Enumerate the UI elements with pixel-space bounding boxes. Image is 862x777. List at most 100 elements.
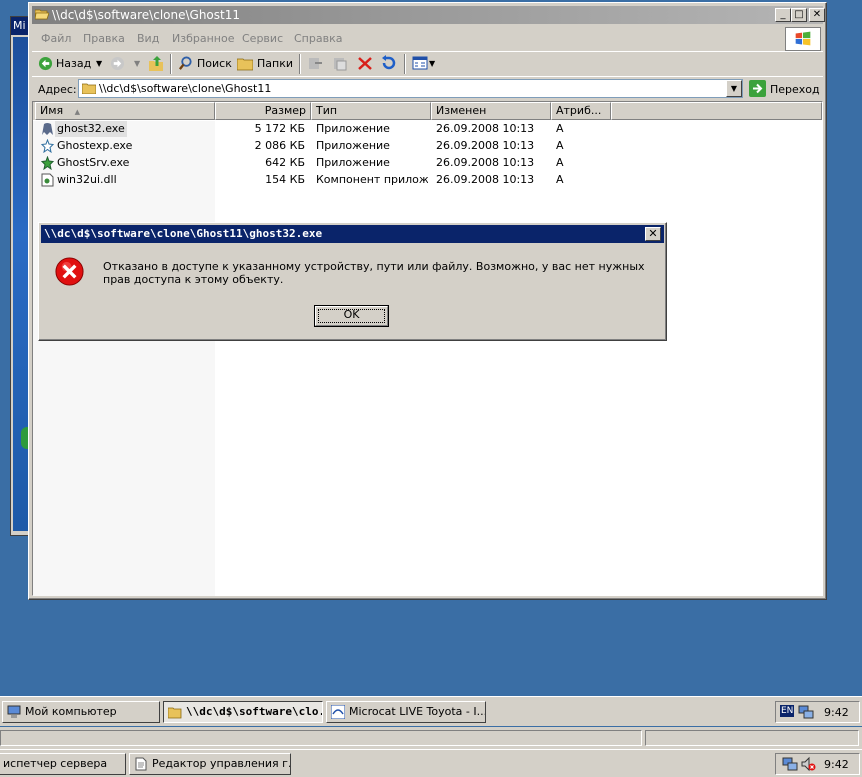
taskbar-button-explorer[interactable]: \\dc\d$\software\clo... — [163, 701, 323, 723]
windows-logo — [785, 27, 821, 51]
sort-ascending-icon: ▲ — [74, 108, 81, 116]
copy-to-icon[interactable] — [332, 56, 348, 71]
maximize-button[interactable]: □ — [791, 8, 807, 22]
column-header-size[interactable]: Размер — [215, 102, 311, 120]
standard-toolbar: Назад ▼ ▼ Поиск Папки ▼ — [32, 51, 823, 75]
file-name: Ghostexp.exe — [57, 139, 133, 152]
column-header-attributes[interactable]: Атриб... — [551, 102, 611, 120]
menu-help[interactable]: Справка — [294, 32, 342, 45]
taskbar-middle-strip — [0, 727, 862, 749]
undo-icon[interactable] — [380, 55, 397, 71]
file-row-ghostexp[interactable]: Ghostexp.exe 2 086 КБ Приложение 26.09.2… — [33, 138, 822, 155]
up-folder-icon[interactable] — [148, 55, 164, 72]
system-tray-top: EN 9:42 — [775, 701, 860, 723]
menu-bar: Файл Правка Вид Избранное Сервис Справка — [32, 26, 823, 51]
ghost-app-icon — [42, 123, 53, 135]
file-row-ghostsrv[interactable]: GhostSrv.exe 642 КБ Приложение 26.09.200… — [33, 155, 822, 172]
views-dropdown-icon[interactable]: ▼ — [429, 59, 435, 68]
dialog-title-text: \\dc\d$\software\clone\Ghost11\ghost32.e… — [44, 227, 323, 240]
address-label: Адрес: — [38, 83, 77, 96]
column-header-type[interactable]: Тип — [311, 102, 431, 120]
file-size: 5 172 КБ — [254, 122, 305, 135]
menu-favorites[interactable]: Избранное — [172, 32, 234, 45]
explorer-title-text: \\dc\d$\software\clone\Ghost11 — [52, 8, 240, 22]
file-modified: 26.09.2008 10:13 — [436, 156, 535, 169]
menu-view[interactable]: Вид — [137, 32, 159, 45]
taskbar-button-policy-editor[interactable]: Редактор управления г... — [129, 753, 291, 775]
language-indicator[interactable]: EN — [780, 705, 795, 717]
views-icon[interactable] — [412, 56, 428, 71]
menu-edit[interactable]: Правка — [83, 32, 125, 45]
move-to-icon[interactable] — [307, 56, 323, 71]
close-icon: ✕ — [812, 9, 822, 20]
address-dropdown-button[interactable]: ▼ — [726, 80, 742, 97]
go-button[interactable]: Переход — [770, 83, 820, 96]
taskbar-button-microcat[interactable]: Microcat LIVE Toyota - I... — [326, 701, 486, 723]
file-modified: 26.09.2008 10:13 — [436, 173, 535, 186]
ok-button[interactable]: OK — [314, 305, 389, 327]
dialog-title-bar[interactable]: \\dc\d$\software\clone\Ghost11\ghost32.e… — [41, 225, 664, 243]
file-size: 2 086 КБ — [254, 139, 305, 152]
address-input[interactable]: \\dc\d$\software\clone\Ghost11 ▼ — [78, 79, 743, 98]
dll-file-icon — [41, 173, 54, 187]
chevron-down-icon: ▼ — [730, 84, 738, 93]
back-dropdown-icon[interactable]: ▼ — [96, 59, 102, 68]
toolbar-separator — [404, 54, 406, 74]
close-button[interactable]: ✕ — [809, 8, 825, 22]
clock[interactable]: 9:42 — [824, 706, 849, 719]
file-type: Приложение — [316, 156, 390, 169]
taskbar-button-label: Редактор управления г... — [152, 757, 291, 770]
close-icon: ✕ — [648, 227, 658, 240]
taskbar-button-server-manager[interactable]: испетчер сервера — [0, 753, 126, 775]
file-name: win32ui.dll — [57, 173, 117, 186]
dialog-close-button[interactable]: ✕ — [645, 227, 661, 241]
toolbar-separator — [170, 54, 172, 74]
volume-muted-icon[interactable] — [800, 756, 816, 772]
delete-icon[interactable] — [357, 56, 373, 71]
taskbar-button-label: \\dc\d$\software\clo... — [186, 705, 322, 718]
minimize-button[interactable]: _ — [775, 8, 791, 22]
error-dialog: \\dc\d$\software\clone\Ghost11\ghost32.e… — [38, 222, 667, 341]
file-modified: 26.09.2008 10:13 — [436, 122, 535, 135]
column-header-name[interactable]: Имя ▲ — [35, 102, 215, 120]
system-tray-bottom: 9:42 — [775, 753, 860, 775]
taskbar-button-label: Microcat LIVE Toyota - I... — [349, 705, 486, 718]
network-icon[interactable] — [798, 704, 814, 720]
file-row-win32ui[interactable]: win32ui.dll 154 КБ Компонент прилож... 2… — [33, 172, 822, 189]
minimize-icon: _ — [780, 9, 786, 20]
file-row-ghost32[interactable]: ghost32.exe 5 172 КБ Приложение 26.09.20… — [33, 121, 822, 138]
folders-button[interactable]: Папки — [257, 57, 293, 70]
forward-dropdown-icon[interactable]: ▼ — [134, 59, 140, 68]
status-pane-left — [0, 730, 642, 746]
network-icon[interactable] — [782, 756, 798, 772]
file-attributes: A — [556, 122, 564, 135]
search-button[interactable]: Поиск — [197, 57, 232, 70]
go-arrow-icon — [749, 80, 766, 97]
ghostexp-app-icon — [41, 139, 54, 153]
back-arrow-icon — [38, 56, 53, 71]
microcat-icon — [331, 705, 345, 719]
column-name-label: Имя — [40, 104, 64, 117]
column-header-modified[interactable]: Изменен — [431, 102, 551, 120]
file-type: Приложение — [316, 122, 390, 135]
folder-icon — [82, 83, 96, 94]
file-type: Приложение — [316, 139, 390, 152]
explorer-title-bar[interactable]: \\dc\d$\software\clone\Ghost11 _ □ ✕ — [32, 6, 825, 24]
back-button[interactable]: Назад — [56, 57, 91, 70]
file-attributes: A — [556, 173, 564, 186]
clock[interactable]: 9:42 — [824, 758, 849, 771]
computer-icon — [7, 705, 21, 718]
maximize-icon: □ — [794, 9, 804, 20]
search-icon — [178, 56, 192, 70]
ghostsrv-app-icon — [41, 156, 54, 170]
file-name: GhostSrv.exe — [57, 156, 130, 169]
dialog-message: Отказано в доступе к указанному устройст… — [103, 260, 645, 286]
ok-button-label: OK — [343, 308, 360, 321]
file-name: ghost32.exe — [55, 121, 127, 137]
windows-flag-icon — [795, 31, 811, 46]
taskbar-button-my-computer[interactable]: Мой компьютер — [2, 701, 160, 723]
menu-file[interactable]: Файл — [41, 32, 71, 45]
address-bar: Адрес: \\dc\d$\software\clone\Ghost11 ▼ … — [32, 76, 823, 100]
menu-tools[interactable]: Сервис — [242, 32, 283, 45]
forward-arrow-icon[interactable] — [110, 56, 125, 71]
